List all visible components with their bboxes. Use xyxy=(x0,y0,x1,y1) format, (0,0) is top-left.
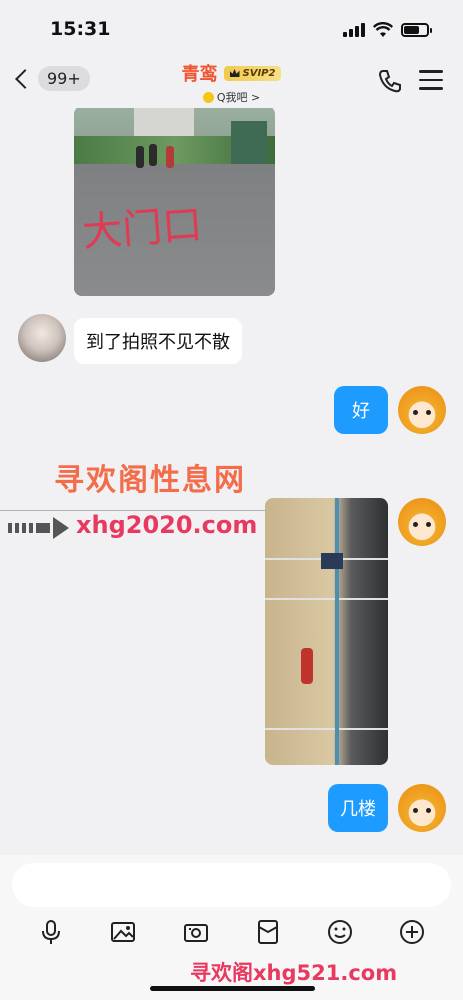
emoji-icon[interactable] xyxy=(325,917,355,947)
avatar[interactable] xyxy=(398,784,446,832)
photo-caption: 大门口 xyxy=(80,201,204,257)
battery-icon xyxy=(401,23,432,37)
message-text: 到了拍照不见不散 xyxy=(86,332,230,353)
arrow-icon xyxy=(8,517,69,539)
plus-icon[interactable] xyxy=(397,917,427,947)
status-bar: 15:31 xyxy=(0,0,463,56)
red-packet-icon[interactable] xyxy=(253,917,283,947)
watermark-url: xhg2020.com xyxy=(76,511,258,539)
watermark-overlay: 寻欢阁性息网 xhg2020.com xyxy=(0,455,300,555)
avatar[interactable] xyxy=(398,386,446,434)
menu-icon[interactable] xyxy=(419,70,443,96)
status-text: Q我吧 > xyxy=(216,91,261,104)
status-time: 15:31 xyxy=(50,18,111,40)
smile-icon xyxy=(202,91,214,103)
watermark-title: 寻欢阁性息网 xyxy=(54,463,246,498)
photo-message-wall[interactable] xyxy=(265,498,388,765)
signal-icon xyxy=(343,23,365,37)
vip-badge: SVIP2 xyxy=(223,65,282,81)
wifi-icon xyxy=(373,22,393,37)
message-bubble[interactable]: 到了拍照不见不散 xyxy=(74,318,242,364)
input-area: 寻欢阁xhg521.com xyxy=(0,855,463,1000)
microphone-icon[interactable] xyxy=(36,917,66,947)
avatar[interactable] xyxy=(18,314,66,362)
contact-status[interactable]: Q我吧 > xyxy=(202,89,261,105)
footer-watermark: 寻欢阁xhg521.com xyxy=(190,961,398,985)
contact-name: 青鸾 xyxy=(181,64,218,85)
chat-header: 99+ 青鸾 SVIP2 Q我吧 > xyxy=(0,56,463,108)
chat-area[interactable]: 大门口 到了拍照不见不散 好 寻欢阁性息网 xhg2020.com 几楼 xyxy=(0,108,463,853)
message-text: 几楼 xyxy=(340,799,376,820)
message-bubble[interactable]: 几楼 xyxy=(328,784,388,832)
phone-icon[interactable] xyxy=(377,68,403,94)
photo-icon[interactable] xyxy=(108,917,138,947)
message-bubble[interactable]: 好 xyxy=(334,386,388,434)
message-input[interactable] xyxy=(12,863,451,907)
vip-label: SVIP2 xyxy=(242,67,276,79)
camera-icon[interactable] xyxy=(181,917,211,947)
status-icons xyxy=(343,22,432,38)
message-text: 好 xyxy=(352,401,370,422)
crown-icon xyxy=(229,69,240,77)
home-indicator[interactable] xyxy=(150,986,315,991)
photo-message-gate[interactable]: 大门口 xyxy=(74,108,275,296)
input-toolbar xyxy=(0,917,463,949)
avatar[interactable] xyxy=(398,498,446,546)
